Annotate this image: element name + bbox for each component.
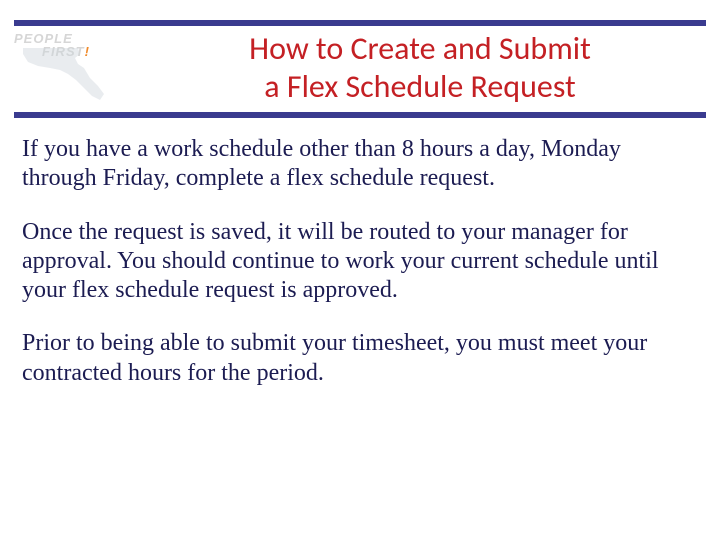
rule-top — [14, 20, 706, 26]
paragraph-2: Once the request is saved, it will be ro… — [22, 218, 698, 306]
slide: PEOPLE FIRST! How to Create and Submit a… — [0, 0, 720, 540]
rule-bottom — [14, 112, 706, 118]
paragraph-3: Prior to being able to submit your times… — [22, 329, 698, 388]
florida-silhouette-icon — [20, 44, 120, 102]
slide-title: How to Create and Submit a Flex Schedule… — [150, 30, 690, 107]
paragraph-1: If you have a work schedule other than 8… — [22, 135, 698, 194]
body-text: If you have a work schedule other than 8… — [22, 135, 698, 412]
title-line2: a Flex Schedule Request — [264, 67, 575, 106]
logo-people-first: PEOPLE FIRST! — [14, 32, 134, 92]
title-line1: How to Create and Submit — [249, 29, 591, 68]
